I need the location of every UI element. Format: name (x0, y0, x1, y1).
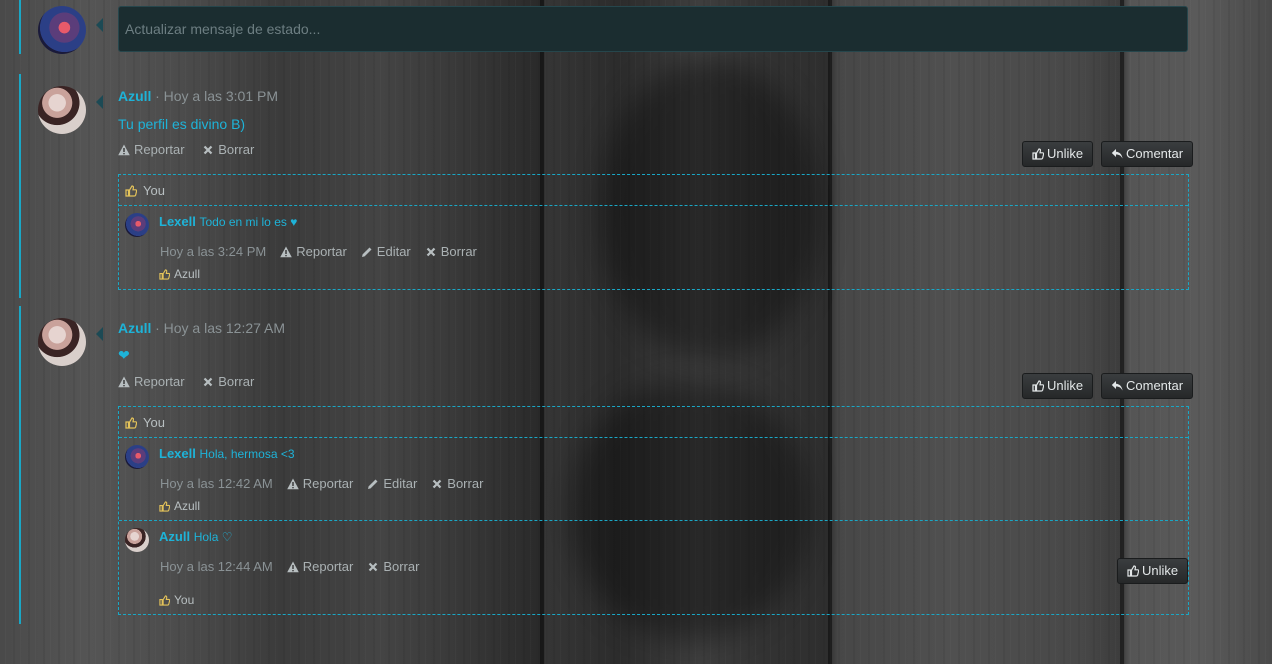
report-link[interactable]: Reportar (280, 244, 347, 259)
edit-link[interactable]: Editar (361, 244, 411, 259)
thumbs-up-icon (159, 594, 170, 606)
delete-link[interactable]: Borrar (431, 476, 483, 491)
status-input[interactable] (118, 6, 1188, 52)
close-icon (426, 247, 436, 256)
reply-icon (1111, 381, 1123, 391)
divider (119, 437, 1188, 438)
post-header: Azull · Hoy a las 12:27 AM (118, 320, 285, 336)
warning-icon (118, 144, 130, 155)
comment-likes: You (159, 593, 194, 607)
delete-link[interactable]: Borrar (202, 374, 254, 389)
comment-button[interactable]: Comentar (1101, 373, 1194, 399)
delete-link[interactable]: Borrar (202, 142, 254, 157)
post-time: · Hoy a las 12:27 AM (155, 320, 286, 336)
thumbs-up-icon (159, 268, 170, 280)
thumbs-up-icon (1032, 380, 1044, 392)
post-message: Tu perfil es divino B) (118, 116, 246, 132)
warning-icon (280, 246, 293, 257)
comment-likes: Azull (159, 499, 200, 513)
delete-link[interactable]: Borrar (425, 244, 477, 259)
comment-actions: Hoy a las 3:24 PM Reportar Editar Borrar (160, 244, 491, 259)
avatar[interactable] (125, 445, 149, 469)
comment-text: Hola, hermosa <3 (199, 447, 295, 461)
comment-time: Hoy a las 3:24 PM (160, 244, 267, 259)
divider (119, 205, 1188, 206)
comment-time: Hoy a las 12:44 AM (160, 559, 273, 574)
avatar[interactable] (38, 86, 86, 134)
delete-link[interactable]: Borrar (367, 559, 419, 574)
post-author[interactable]: Azull (118, 88, 151, 104)
divider (119, 520, 1188, 521)
comment-button[interactable]: Comentar (1101, 141, 1194, 167)
warning-icon (118, 376, 130, 387)
report-link[interactable]: Reportar (286, 559, 353, 574)
post-header: Azull · Hoy a las 3:01 PM (118, 88, 278, 104)
comment-panel: You Lexell Todo en mi lo es ♥ Hoy a las … (118, 174, 1189, 290)
close-icon (203, 145, 213, 154)
comment-actions: Hoy a las 12:44 AM Reportar Borrar (160, 559, 433, 574)
like-summary: You (125, 183, 165, 198)
comment-likes: Azull (159, 267, 200, 281)
close-icon (203, 377, 213, 386)
avatar[interactable] (125, 528, 149, 552)
pencil-icon (368, 479, 378, 489)
post-time: · Hoy a las 3:01 PM (155, 88, 279, 104)
post-author[interactable]: Azull (118, 320, 151, 336)
bubble-arrow-icon (96, 327, 103, 341)
unlike-button[interactable]: Unlike (1022, 141, 1094, 167)
timeline-bar (19, 306, 21, 624)
timeline-bar (19, 0, 21, 54)
thumbs-up-icon (125, 416, 137, 429)
comment-author[interactable]: Azull (159, 529, 190, 544)
comment-author[interactable]: Lexell (159, 214, 196, 229)
avatar[interactable] (38, 6, 86, 54)
close-icon (433, 479, 442, 488)
pencil-icon (361, 247, 372, 257)
report-link[interactable]: Reportar (118, 374, 185, 389)
comment-header: Lexell Hola, hermosa <3 (159, 446, 295, 461)
bubble-arrow-icon (96, 95, 103, 109)
thumbs-up-icon (125, 184, 137, 197)
comment-text: Hola ♡ (193, 530, 233, 544)
thumbs-up-icon (159, 500, 170, 512)
comment-actions: Hoy a las 12:42 AM Reportar Editar Borra… (160, 476, 497, 491)
post-actions: Reportar Borrar (118, 142, 268, 159)
comment-author[interactable]: Lexell (159, 446, 196, 461)
comment-text: Todo en mi lo es ♥ (199, 215, 298, 229)
report-link[interactable]: Reportar (118, 142, 185, 157)
reply-icon (1111, 149, 1123, 159)
close-icon (369, 562, 378, 571)
comment-header: Lexell Todo en mi lo es ♥ (159, 214, 297, 229)
warning-icon (286, 478, 299, 489)
unlike-button[interactable]: Unlike (1022, 373, 1094, 399)
warning-icon (286, 561, 299, 572)
avatar[interactable] (38, 318, 86, 366)
thumbs-up-icon (1032, 148, 1044, 160)
comment-panel: You Lexell Hola, hermosa <3 Hoy a las 12… (118, 406, 1189, 615)
edit-link[interactable]: Editar (367, 476, 417, 491)
thumbs-up-icon (1127, 565, 1139, 577)
unlike-button[interactable]: Unlike (1117, 558, 1189, 584)
timeline-bar (19, 74, 21, 298)
avatar[interactable] (125, 213, 149, 237)
like-summary: You (125, 415, 165, 430)
post-message: ❤ (118, 347, 130, 363)
comment-time: Hoy a las 12:42 AM (160, 476, 273, 491)
comment-header: Azull Hola ♡ (159, 529, 232, 544)
bubble-arrow-icon (96, 18, 103, 32)
post-actions: Reportar Borrar (118, 374, 268, 391)
report-link[interactable]: Reportar (286, 476, 353, 491)
